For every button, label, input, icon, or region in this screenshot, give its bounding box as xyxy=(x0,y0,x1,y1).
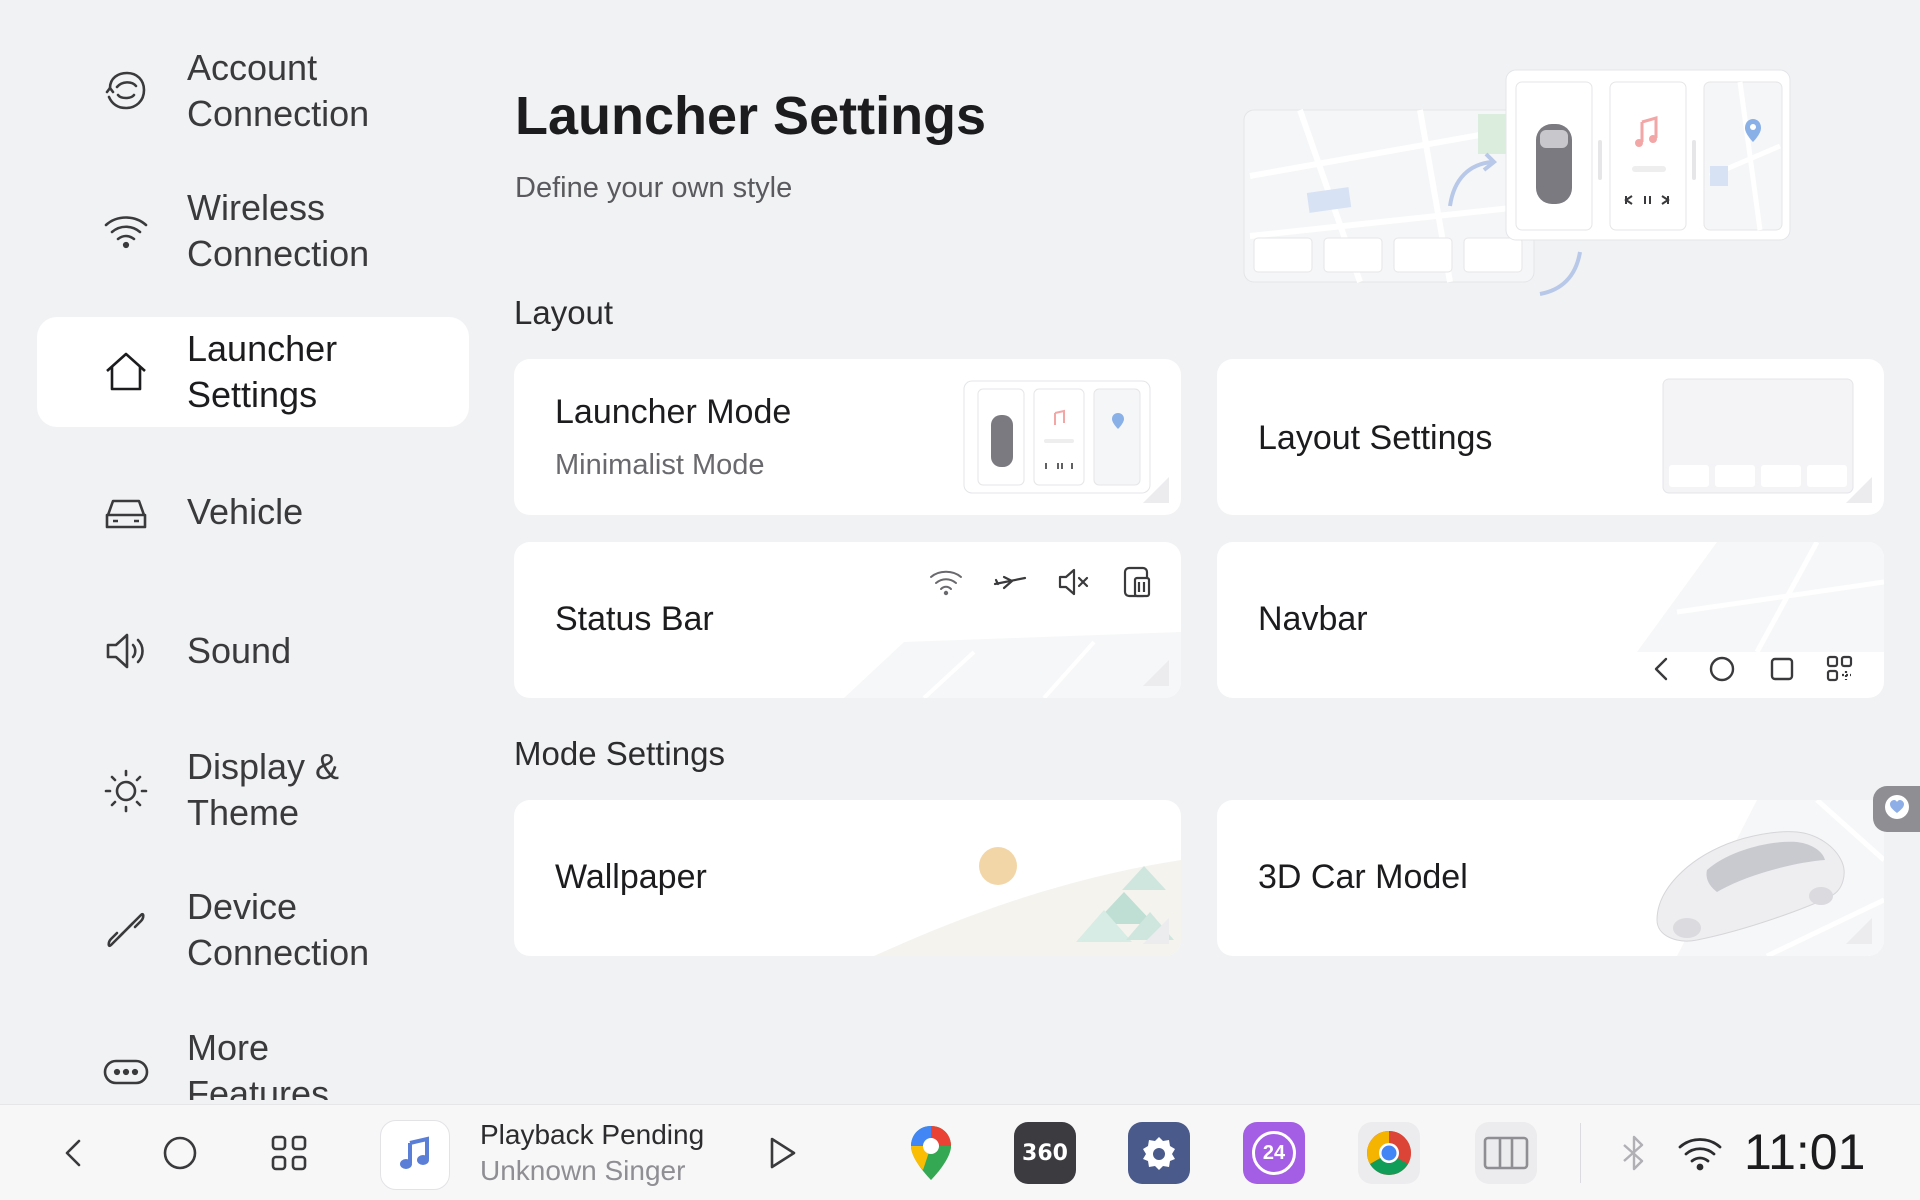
status-wifi-icon xyxy=(928,564,964,605)
heart-icon xyxy=(1884,794,1910,825)
more-icon xyxy=(103,1048,149,1094)
layout-settings-title: Layout Settings xyxy=(1258,419,1493,457)
launcher-illustration xyxy=(1240,66,1800,306)
track-title: Playback Pending xyxy=(480,1119,705,1150)
play-button[interactable] xyxy=(757,1129,805,1177)
expand-corner-icon xyxy=(1143,918,1169,944)
car-model-card[interactable]: 3D Car Model xyxy=(1217,800,1884,956)
status-bar-map-decoration xyxy=(844,632,1181,698)
expand-corner-icon xyxy=(1846,918,1872,944)
wallpaper-card[interactable]: Wallpaper xyxy=(514,800,1181,956)
sidebar-item-display-theme[interactable]: Display & Theme xyxy=(37,735,469,845)
layout-settings-card[interactable]: Layout Settings xyxy=(1217,359,1884,515)
sidebar-item-label: Account Connection xyxy=(187,47,370,134)
status-bar-card[interactable]: Status Bar xyxy=(514,542,1181,698)
page-title: Launcher Settings xyxy=(515,86,987,146)
floating-assistant-handle[interactable] xyxy=(1873,786,1920,832)
sidebar-item-label: Vehicle xyxy=(187,491,304,532)
status-airplane-icon xyxy=(992,564,1028,605)
navbar-title: Navbar xyxy=(1258,600,1368,638)
app-360-icon[interactable]: 360 xyxy=(1014,1122,1076,1184)
sidebar-item-label: Launcher Settings xyxy=(187,328,338,415)
expand-corner-icon xyxy=(1143,477,1169,503)
navbar-card[interactable]: Navbar xyxy=(1217,542,1884,698)
sidebar-item-vehicle[interactable]: Vehicle xyxy=(37,457,469,567)
home-icon xyxy=(103,349,149,395)
music-app-icon[interactable] xyxy=(380,1120,450,1190)
launcher-mode-card[interactable]: Launcher Mode Minimalist Mode xyxy=(514,359,1181,515)
sun-icon xyxy=(103,767,149,813)
wifi-status-icon[interactable] xyxy=(1676,1129,1724,1177)
car-model-illustration xyxy=(1656,800,1884,956)
chrome-app-icon[interactable] xyxy=(1358,1122,1420,1184)
settings-app-icon[interactable] xyxy=(1128,1122,1190,1184)
dock-divider xyxy=(1580,1123,1581,1183)
wallpaper-title: Wallpaper xyxy=(555,858,707,896)
speaker-icon xyxy=(103,628,149,674)
nav-home-button[interactable] xyxy=(156,1129,204,1177)
layout-settings-preview xyxy=(1662,378,1854,494)
clock-24-app-icon[interactable]: 24 xyxy=(1243,1122,1305,1184)
nav-apps-button[interactable] xyxy=(265,1129,313,1177)
expand-corner-icon xyxy=(1846,477,1872,503)
sidebar-item-label: Wireless Connection xyxy=(187,187,370,274)
page-subtitle: Define your own style xyxy=(515,172,793,204)
launcher-mode-preview xyxy=(963,380,1151,494)
app-360-label: 360 xyxy=(1022,1140,1068,1166)
car-model-title: 3D Car Model xyxy=(1258,858,1468,896)
split-screen-app-icon[interactable] xyxy=(1475,1122,1537,1184)
nav-home-icon xyxy=(1707,654,1737,689)
clock: 11:01 xyxy=(1744,1124,1866,1180)
account-icon xyxy=(103,68,149,114)
nav-apps-icon xyxy=(1825,654,1855,689)
bluetooth-icon[interactable] xyxy=(1610,1129,1658,1177)
launcher-mode-title: Launcher Mode xyxy=(555,393,792,431)
nav-back-button[interactable] xyxy=(50,1129,98,1177)
expand-corner-icon xyxy=(1143,660,1169,686)
status-mute-icon xyxy=(1056,564,1092,605)
wallpaper-landscape-illustration xyxy=(874,847,1181,956)
sidebar-item-sound[interactable]: Sound xyxy=(37,596,469,706)
sidebar-item-more-features[interactable]: More Features xyxy=(37,1016,469,1100)
wifi-icon xyxy=(103,208,149,254)
link-icon xyxy=(103,907,149,953)
navbar-map-decoration xyxy=(1637,542,1884,652)
status-battery-icon xyxy=(1120,564,1156,605)
track-artist: Unknown Singer xyxy=(480,1155,686,1186)
sidebar-item-device-connection[interactable]: Device Connection xyxy=(37,875,469,985)
section-layout: Layout xyxy=(514,294,614,331)
nav-recents-icon xyxy=(1767,654,1797,689)
sidebar-item-wireless-connection[interactable]: Wireless Connection xyxy=(37,176,469,286)
sidebar: Account Connection Wireless Connection L… xyxy=(37,36,469,1100)
sidebar-item-account-connection[interactable]: Account Connection xyxy=(37,36,469,146)
app-24-label: 24 xyxy=(1262,1141,1286,1164)
sidebar-item-label: Display & Theme xyxy=(187,746,340,833)
sidebar-item-label: More Features xyxy=(187,1027,330,1100)
nav-back-icon xyxy=(1647,654,1677,689)
maps-app-icon[interactable] xyxy=(900,1122,962,1184)
sidebar-item-label: Device Connection xyxy=(187,886,370,973)
section-mode-settings: Mode Settings xyxy=(514,735,725,772)
vehicle-icon xyxy=(103,489,149,535)
status-bar-title: Status Bar xyxy=(555,600,714,638)
sidebar-item-launcher-settings[interactable]: Launcher Settings xyxy=(37,317,469,427)
bottom-dock: Playback Pending Unknown Singer 360 24 1… xyxy=(0,1104,1920,1200)
sidebar-item-label: Sound xyxy=(187,630,292,671)
launcher-mode-value: Minimalist Mode xyxy=(555,449,765,481)
